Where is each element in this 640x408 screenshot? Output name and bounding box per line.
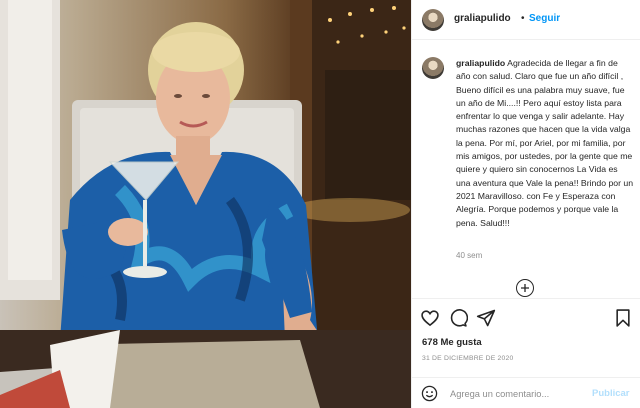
post-age: 40 sem — [456, 251, 483, 260]
post-photo-illustration — [0, 0, 411, 408]
publish-button[interactable]: Publicar — [592, 388, 630, 399]
load-more-comments-button[interactable] — [516, 279, 534, 297]
avatar[interactable] — [422, 9, 444, 31]
heart-icon[interactable] — [420, 308, 440, 328]
follow-button[interactable]: Seguir — [529, 13, 560, 24]
caption-username-link[interactable]: graliapulido — [456, 58, 505, 68]
header-username-link[interactable]: graliapulido — [454, 13, 511, 24]
caption-text: Agradecida de llegar a fin de año con sa… — [456, 58, 634, 228]
share-icon[interactable] — [476, 308, 496, 328]
caption: graliapulido Agradecida de llegar a fin … — [456, 57, 634, 230]
likes-count[interactable]: 678 Me gusta — [422, 337, 482, 348]
caption-avatar[interactable] — [422, 57, 444, 79]
comment-icon[interactable] — [448, 308, 468, 328]
plus-circle-icon — [521, 284, 529, 292]
comment-input[interactable] — [450, 386, 585, 402]
add-comment-bar: Publicar — [412, 377, 640, 408]
post-header: graliapulido • Seguir — [412, 0, 640, 40]
post-sidebar: graliapulido • Seguir graliapulido Agrad… — [411, 0, 640, 408]
post-date: 31 DE DICIEMBRE DE 2020 — [422, 355, 514, 362]
post-photo — [0, 0, 411, 408]
emoji-icon[interactable] — [421, 385, 438, 402]
separator-dot: • — [521, 13, 525, 24]
bookmark-icon[interactable] — [613, 308, 633, 328]
